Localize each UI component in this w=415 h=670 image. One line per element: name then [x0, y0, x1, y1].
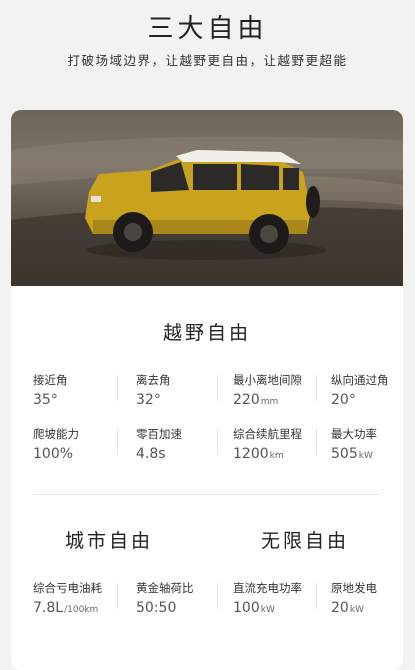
spec-label: 纵向通过角	[331, 373, 389, 387]
spec-unit: /100km	[64, 605, 99, 615]
page-subtitle: 打破场域边界，让越野更自由，让越野更超能	[67, 53, 348, 68]
spec-label: 最小离地间隙	[233, 373, 302, 387]
divider	[316, 375, 317, 401]
unlimited-section-title: 无限自由	[260, 530, 349, 552]
divider	[117, 429, 118, 455]
spec-ground-clearance: 最小离地间隙 220mm	[233, 372, 302, 408]
spec-label: 综合亏电油耗	[33, 581, 102, 595]
offroad-vehicle-illustration	[11, 136, 403, 286]
spec-max-power: 最大功率 505kW	[331, 426, 377, 462]
spec-value: 20	[331, 600, 349, 616]
spec-dc-charging: 直流充电功率 100kW	[233, 580, 302, 616]
spec-value: 100%	[33, 446, 74, 462]
spec-label: 黄金轴荷比	[136, 581, 194, 595]
spec-breakover-angle: 纵向通过角 20°	[331, 372, 389, 408]
spec-value: 35°	[33, 392, 58, 408]
section-divider	[33, 494, 381, 495]
spec-departure-angle: 离去角 32°	[136, 372, 171, 408]
spec-label: 直流充电功率	[233, 581, 302, 595]
spec-unit: kW	[260, 605, 275, 615]
spec-value: 220	[233, 392, 260, 408]
spec-value: 1200	[233, 446, 269, 462]
page-title: 三大自由	[147, 14, 268, 44]
offroad-section-title: 越野自由	[162, 322, 251, 344]
spec-label: 原地发电	[331, 581, 377, 595]
feature-card: 越野自由 接近角 35° 离去角 32° 最小离地间隙 220mm 纵向通过角 …	[11, 110, 403, 670]
spec-value: 505	[331, 446, 358, 462]
divider	[217, 375, 218, 401]
spec-label: 爬坡能力	[33, 427, 79, 441]
spec-approach-angle: 接近角 35°	[33, 372, 68, 408]
spec-value: 7.8L	[33, 600, 64, 616]
divider	[316, 583, 317, 609]
spec-unit: kW	[358, 451, 373, 461]
spec-climbing: 爬坡能力 100%	[33, 426, 79, 462]
spec-power-generation: 原地发电 20kW	[331, 580, 377, 616]
divider	[217, 429, 218, 455]
spec-acceleration: 零百加速 4.8s	[136, 426, 182, 462]
divider	[117, 375, 118, 401]
spec-unit: mm	[260, 397, 279, 407]
spec-label: 零百加速	[136, 427, 182, 441]
divider	[117, 583, 118, 609]
spec-unit: km	[269, 451, 284, 461]
spec-value: 20°	[331, 392, 356, 408]
spec-unit: kW	[349, 605, 364, 615]
spec-label: 接近角	[33, 373, 68, 387]
city-section-title: 城市自由	[64, 530, 153, 552]
spec-fuel-consumption: 综合亏电油耗 7.8L/100km	[33, 580, 102, 616]
divider	[217, 583, 218, 609]
spec-value: 100	[233, 600, 260, 616]
spec-value: 50:50	[136, 600, 177, 616]
divider	[316, 429, 317, 455]
spec-axle-load-ratio: 黄金轴荷比 50:50	[136, 580, 194, 616]
spec-label: 离去角	[136, 373, 171, 387]
spec-value: 4.8s	[136, 446, 166, 462]
spec-value: 32°	[136, 392, 161, 408]
hero-vehicle-image	[11, 110, 403, 286]
spec-label: 最大功率	[331, 427, 377, 441]
spec-label: 综合续航里程	[233, 427, 302, 441]
spec-range: 综合续航里程 1200km	[233, 426, 302, 462]
